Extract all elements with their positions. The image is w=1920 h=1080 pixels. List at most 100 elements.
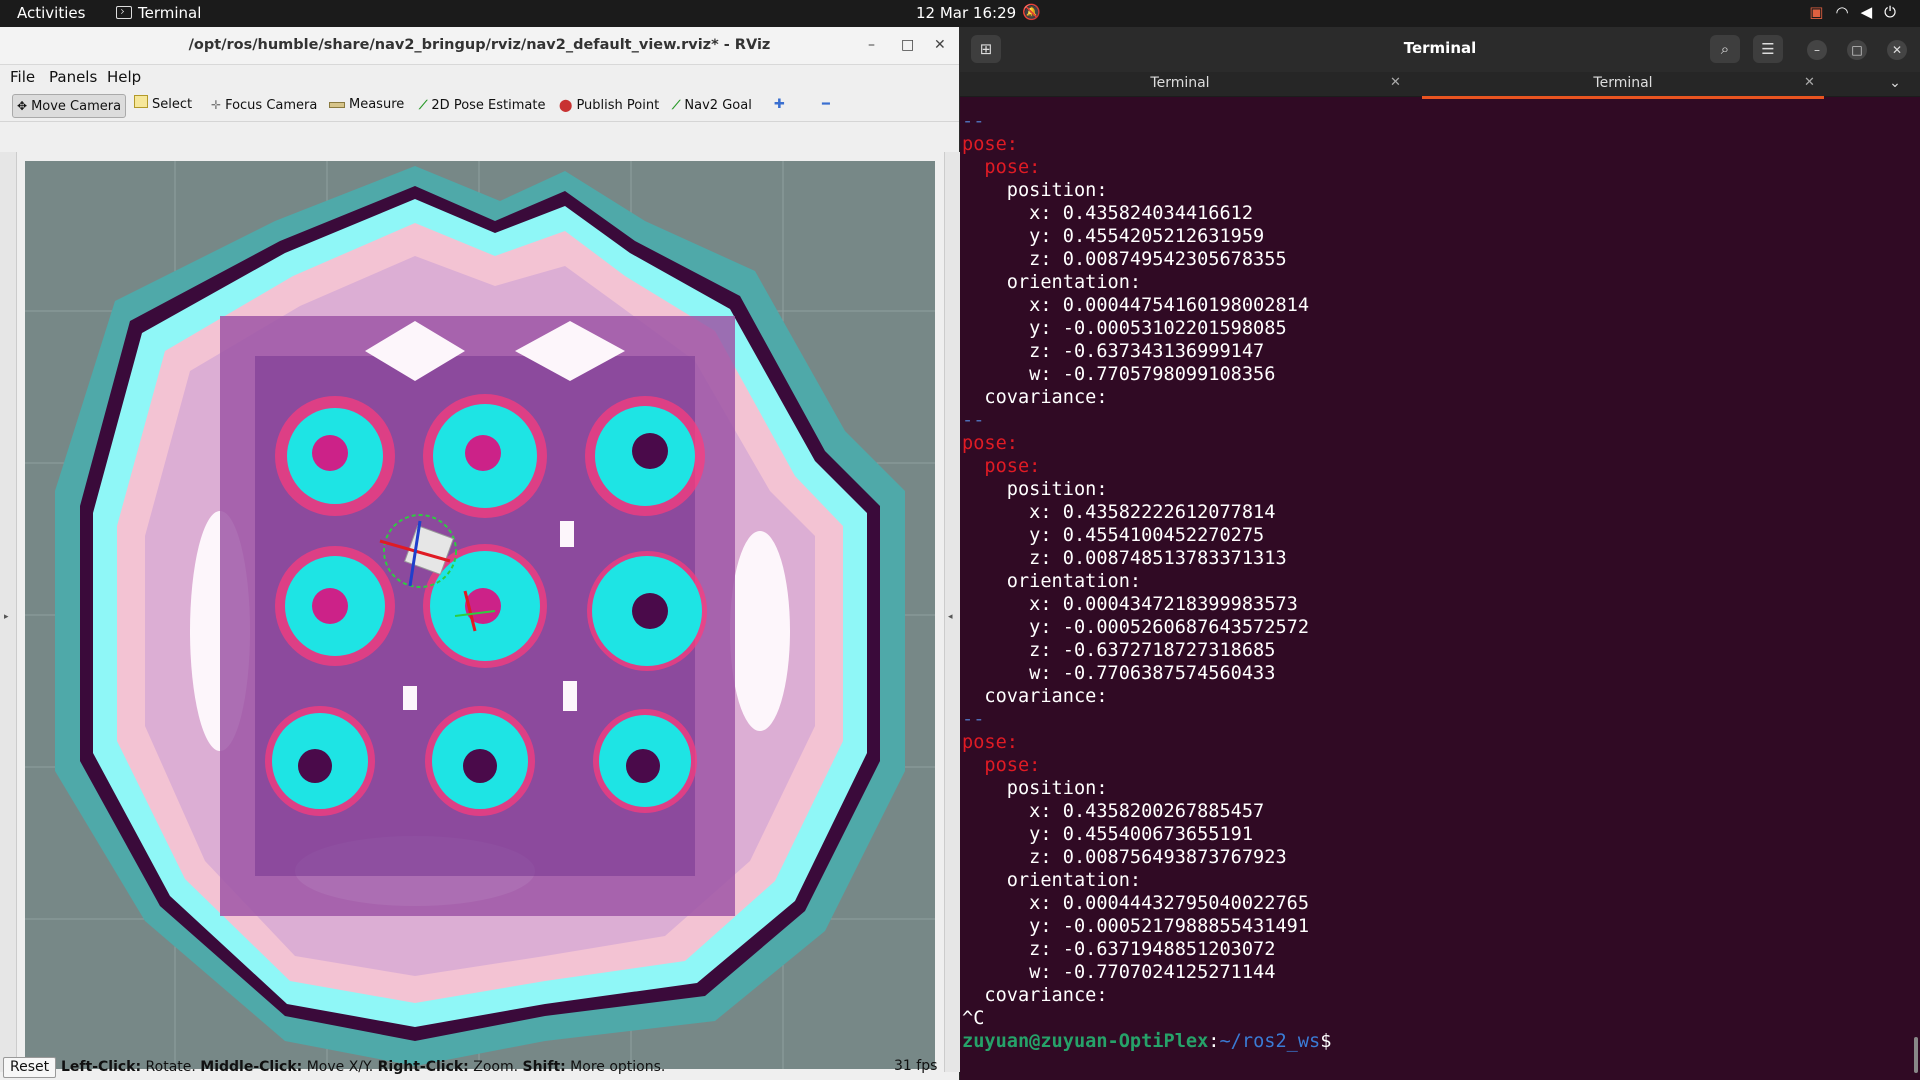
position-value: x: 0.4358200267885457 [962,801,1265,822]
add-tool-icon[interactable]: ✚ [770,94,789,116]
tabs-overflow-icon[interactable]: ⌄ [1885,72,1905,96]
expand-right-icon[interactable]: ◂ [948,612,953,622]
do-not-disturb-icon[interactable]: 🔕 [1022,3,1041,21]
tool-label: Measure [349,97,405,112]
yaml-key: position: [962,479,1108,500]
3d-viewport[interactable] [25,161,935,1069]
yaml-key: pose: [962,732,1018,753]
hint-key: Middle-Click: [200,1059,303,1075]
hint-text: Zoom. [468,1059,523,1075]
orientation-value: w: -0.7705798099108356 [962,364,1276,385]
ros-icon[interactable]: ▣ [1809,3,1835,21]
yaml-key: position: [962,180,1108,201]
map-pin-icon: ⬤ [559,98,573,112]
prompt-path: ~/ros2_ws [1219,1031,1321,1052]
yaml-key: pose: [962,433,1018,454]
rviz-window: /opt/ros/humble/share/nav2_bringup/rviz/… [0,27,960,1080]
tool-measure[interactable]: Measure [325,94,408,116]
mouse-hint: Left-Click: Rotate. Middle-Click: Move X… [61,1059,665,1075]
nav-goal-icon: ⟋ [672,98,681,112]
tool-nav2-goal[interactable]: ⟋ Nav2 Goal [668,94,756,116]
terminal-tabs: Terminal ✕ Terminal ✕ ⌄ [960,72,1920,99]
free-zone [560,521,574,547]
orientation-value: y: -0.00053102201598085 [962,318,1287,339]
tab-terminal-1[interactable]: Terminal ✕ [960,72,1401,96]
scrollbar[interactable] [1914,1037,1918,1073]
terminal-output[interactable]: -- pose: pose: position: x: 0.4358240344… [962,110,1331,1053]
prompt-sep: : [1208,1031,1220,1052]
reset-button[interactable]: Reset [3,1057,57,1078]
tool-move-camera[interactable]: ✥ Move Camera [12,94,127,118]
hint-key: Shift: [522,1059,566,1075]
activities-button[interactable]: Activities [17,4,85,22]
interrupt-text: ^C [962,1008,985,1029]
orientation-value: x: 0.00044432795040022765 [962,893,1310,914]
free-zone [403,686,417,710]
hint-key: Right-Click: [377,1059,469,1075]
message-separator: -- [962,709,985,730]
terminal-window: ⊞ Terminal ⌕ ☰ – □ ✕ Terminal ✕ Terminal ✕… [960,27,1920,1080]
close-tab-icon[interactable]: ✕ [1804,72,1815,94]
yaml-key: covariance: [962,686,1108,707]
close-icon[interactable]: ✕ [934,27,946,64]
tool-label: Publish Point [576,98,660,113]
remove-tool-icon[interactable]: ━ [818,94,834,116]
tab-terminal-2[interactable]: Terminal ✕ [1422,72,1824,99]
menu-help[interactable]: Help [107,68,141,86]
search-icon[interactable]: ⌕ [1710,35,1740,63]
tool-focus-camera[interactable]: ✛ Focus Camera [207,94,321,116]
yaml-key: pose: [984,157,1041,178]
power-icon[interactable]: ⏻ [1884,3,1908,21]
tool-publish-point[interactable]: ⬤ Publish Point [555,94,663,116]
menu-file[interactable]: File [10,68,35,86]
message-separator: -- [962,111,985,132]
rviz-statusbar: Reset Left-Click: Rotate. Middle-Click: … [0,1054,959,1080]
tool-select[interactable]: Select [130,94,196,116]
rviz-toolbar: ✥ Move Camera Select ✛ Focus Camera Measur… [0,89,959,122]
maximize-icon[interactable]: □ [1847,40,1867,60]
tool-label: Move Camera [31,99,122,114]
maximize-icon[interactable]: □ [901,27,914,64]
tool-2d-pose-estimate[interactable]: ⟋ 2D Pose Estimate [415,94,549,116]
terminal-icon [116,6,132,19]
minimize-icon[interactable]: – [868,27,875,64]
tab-label: Terminal [1593,75,1653,91]
tool-label: Nav2 Goal [684,98,752,113]
position-value: y: 0.4554205212631959 [962,226,1265,247]
clock[interactable]: 12 Mar 16:29 [916,4,1016,22]
yaml-key: orientation: [962,272,1142,293]
select-icon [134,95,148,108]
tool-label: Focus Camera [225,98,318,113]
hamburger-menu-icon[interactable]: ☰ [1753,35,1783,63]
costmap-render [25,161,935,1069]
hint-text: More options. [565,1059,666,1075]
orientation-value: w: -0.7706387574560433 [962,663,1276,684]
position-value: z: 0.008748513783371313 [962,548,1287,569]
expand-left-icon[interactable]: ▸ [4,612,9,622]
rviz-titlebar[interactable]: /opt/ros/humble/share/nav2_bringup/rviz/… [0,27,959,65]
system-tray[interactable]: ▣◠◀⏻ [1809,3,1908,21]
prompt-symbol: $ [1320,1031,1332,1052]
close-icon[interactable]: ✕ [1887,40,1907,60]
position-value: x: 0.435824034416612 [962,203,1254,224]
orientation-value: x: 0.0004347218399983573 [962,594,1298,615]
position-value: x: 0.43582222612077814 [962,502,1276,523]
orientation-value: z: -0.637343136999147 [962,341,1265,362]
move-camera-icon: ✥ [17,99,28,113]
menu-panels[interactable]: Panels [49,68,97,86]
minimize-icon[interactable]: – [1807,40,1827,60]
focus-camera-icon: ✛ [211,98,222,112]
orientation-value: y: -0.0005217988855431491 [962,916,1310,937]
volume-icon[interactable]: ◀ [1861,3,1885,21]
position-value: y: 0.455400673655191 [962,824,1254,845]
fps-counter: 31 fps [894,1058,938,1074]
yaml-key: position: [962,778,1108,799]
obstacles [265,394,707,816]
hint-text: Rotate. [141,1059,201,1075]
app-menu[interactable]: Terminal [116,4,201,22]
wifi-icon[interactable]: ◠ [1835,3,1860,21]
tool-label: 2D Pose Estimate [431,98,546,113]
position-value: y: 0.4554100452270275 [962,525,1265,546]
terminal-headerbar[interactable]: ⊞ Terminal ⌕ ☰ – □ ✕ [960,27,1920,72]
close-tab-icon[interactable]: ✕ [1390,72,1401,94]
